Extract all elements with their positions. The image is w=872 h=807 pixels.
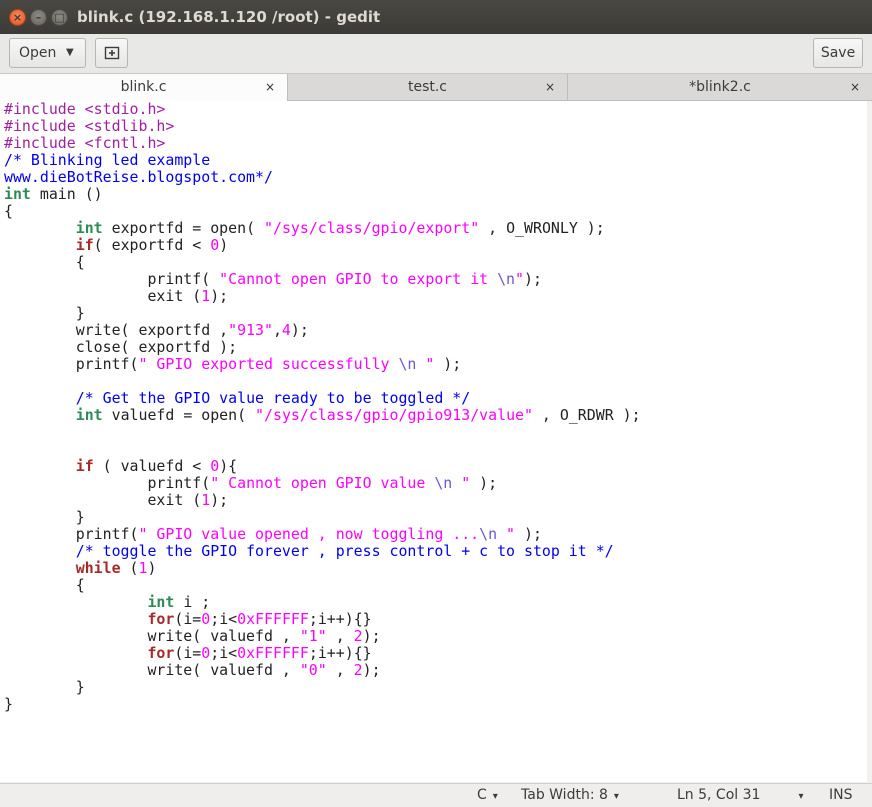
tab-blink2-c[interactable]: *blink2.c × <box>568 74 872 101</box>
close-tab-icon[interactable]: × <box>850 74 860 101</box>
new-tab-button[interactable] <box>95 38 128 68</box>
status-bar: C ▾ Tab Width: 8 ▾ Ln 5, Col 31 ▾ INS <box>0 783 872 807</box>
tab-bar: blink.c × test.c × *blink2.c × <box>0 74 872 102</box>
scrollbar[interactable] <box>867 101 872 782</box>
chevron-down-icon: ▾ <box>798 791 804 802</box>
new-tab-icon <box>104 46 119 60</box>
header-bar: Open ▼ Save <box>0 34 872 74</box>
minimize-icon[interactable]: – <box>30 9 47 26</box>
close-tab-icon[interactable]: × <box>545 74 555 101</box>
tab-width-selector[interactable]: Tab Width: 8 ▾ <box>521 787 619 803</box>
tab-test-c[interactable]: test.c × <box>288 74 568 101</box>
close-icon[interactable]: × <box>9 9 26 26</box>
chevron-down-icon: ▾ <box>492 791 498 802</box>
open-button-label: Open <box>19 45 57 61</box>
window-title: blink.c (192.168.1.120 /root) - gedit <box>77 8 381 26</box>
gedit-window: × – □ blink.c (192.168.1.120 /root) - ge… <box>0 0 872 807</box>
tab-label: *blink2.c <box>689 79 751 95</box>
code-text[interactable]: #include <stdio.h> #include <stdlib.h> #… <box>0 101 867 713</box>
cursor-position[interactable]: Ln 5, Col 31 ▾ <box>677 787 803 803</box>
code-editor[interactable]: #include <stdio.h> #include <stdlib.h> #… <box>0 101 867 782</box>
language-selector[interactable]: C ▾ <box>477 787 498 803</box>
cursor-position-label: Ln 5, Col 31 <box>677 787 761 803</box>
open-button[interactable]: Open ▼ <box>9 38 86 68</box>
insert-mode[interactable]: INS <box>829 787 853 803</box>
chevron-down-icon: ▼ <box>66 47 74 58</box>
save-button[interactable]: Save <box>813 38 863 68</box>
tab-label: blink.c <box>120 79 167 95</box>
title-bar[interactable]: × – □ blink.c (192.168.1.120 /root) - ge… <box>0 0 872 34</box>
tab-label: test.c <box>407 79 448 95</box>
tab-blink-c[interactable]: blink.c × <box>0 74 288 102</box>
maximize-icon[interactable]: □ <box>51 9 68 26</box>
chevron-down-icon: ▾ <box>613 791 619 802</box>
close-tab-icon[interactable]: × <box>265 74 275 101</box>
language-label: C <box>477 787 487 803</box>
tab-width-label: Tab Width: 8 <box>521 787 608 803</box>
